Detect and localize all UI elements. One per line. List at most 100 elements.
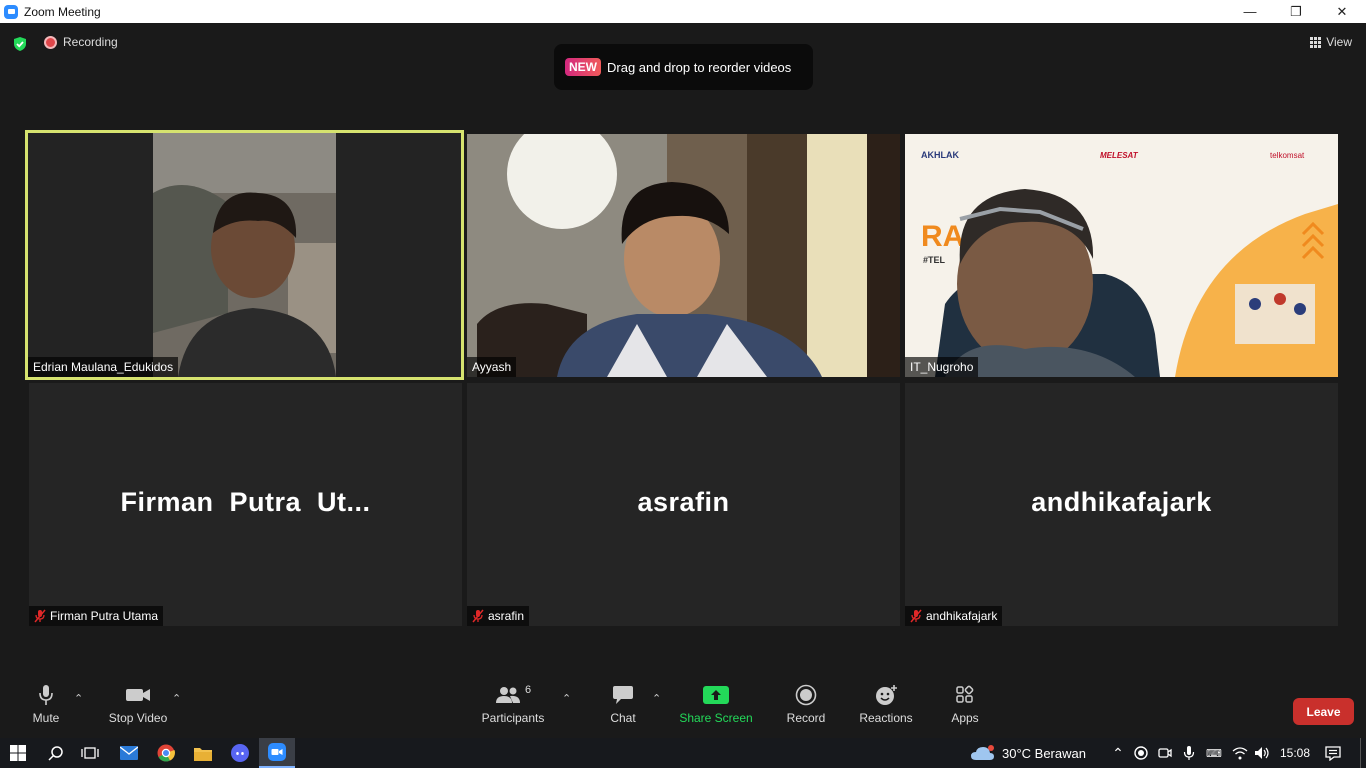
chat-caret-icon[interactable]: ⌃ [652,692,661,705]
clock[interactable]: 15:08 [1280,738,1310,768]
apps-icon [956,685,974,703]
speaker-icon [1255,747,1269,759]
microphone-tray-icon [1183,746,1195,760]
recording-indicator[interactable]: Recording [44,35,118,49]
grid-view-icon [1310,36,1322,48]
taskbar-chrome-app[interactable] [148,738,184,768]
brand-akhlak: AKHLAK [921,150,959,160]
reorder-tip-banner[interactable]: NEW Drag and drop to reorder videos [554,44,813,90]
participant-display-name: Firman Putra Ut... [120,487,371,517]
audio-options-caret-icon[interactable]: ⌃ [74,692,83,705]
video-tile-it-nugroho[interactable]: AKHLAK MELESAT telkomsat RA #TEL IT_Nugr… [905,134,1338,377]
participants-icon [495,687,520,703]
start-button[interactable] [0,738,36,768]
participants-label: Participants [481,711,545,725]
participants-count: 6 [524,684,532,696]
task-view-icon [81,747,99,759]
taskbar-mail-app[interactable] [111,738,147,768]
notification-icon [1325,745,1341,761]
meeting-area: Recording View NEW Drag and drop to reor… [0,23,1366,738]
discord-icon [231,744,249,762]
taskbar-explorer-app[interactable] [185,738,221,768]
taskbar-zoom-app[interactable] [259,738,295,768]
share-screen-icon [703,686,729,704]
zoom-window: Zoom Meeting — ❐ ✕ Recording View NEW Dr… [0,0,1366,768]
banner-partial-text: RA [921,220,964,253]
participant-name-tag: Edrian Maulana_Edukidos [28,357,179,377]
participant-name: Ayyash [472,360,512,374]
show-desktop-button[interactable] [1360,738,1366,768]
video-tile-ayyash[interactable]: Ayyash [467,134,900,377]
video-tile-asrafin[interactable]: asrafin asrafin [467,383,900,626]
close-button[interactable]: ✕ [1319,0,1365,23]
share-screen-label: Share Screen [679,711,753,725]
share-screen-button[interactable]: Share Screen [679,680,753,725]
reactions-label: Reactions [859,711,913,725]
weather-widget[interactable] [968,738,998,768]
stop-video-label: Stop Video [108,711,168,725]
meeting-toolbar: Mute ⌃ Stop Video ⌃ 6 Participants ⌃ Cha… [0,680,1366,738]
cloud-weather-icon [971,745,994,760]
restore-button[interactable]: ❐ [1273,0,1319,23]
new-badge: NEW [565,58,601,76]
recording-label: Recording [63,35,118,49]
zoom-app-icon [4,4,18,19]
tray-volume-icon[interactable] [1252,738,1272,768]
participant-name-tag: asrafin [467,606,530,626]
tray-camera-icon[interactable] [1156,738,1174,768]
windows-taskbar: 30°C Berawan ⌃ ⌨ 15:08 [0,738,1366,768]
participant-name: Firman Putra Utama [50,609,159,623]
banner-hashtag-text: #TEL [923,255,946,265]
keyboard-layout-icon: ⌨ [1206,747,1222,760]
participant-video: AKHLAK MELESAT telkomsat RA #TEL [905,134,1338,377]
tray-record-icon[interactable] [1132,738,1150,768]
view-label: View [1326,35,1352,49]
microphone-icon [39,685,53,705]
reactions-smiley-icon [876,685,897,705]
muted-mic-icon [472,609,484,623]
video-options-caret-icon[interactable]: ⌃ [172,692,181,705]
chevron-up-icon: ⌃ [1112,744,1124,761]
stop-video-button[interactable]: Stop Video [106,680,170,725]
participant-name: andhikafajark [926,609,998,623]
weather-text[interactable]: 30°C Berawan [1002,738,1086,768]
video-tile-edrian[interactable]: Edrian Maulana_Edukidos [25,130,464,380]
record-label: Record [786,711,826,725]
muted-mic-icon [34,609,46,623]
muted-mic-icon [910,609,922,623]
minimize-button[interactable]: — [1227,0,1273,23]
taskbar-search-button[interactable] [38,738,74,768]
action-center-button[interactable] [1322,738,1344,768]
view-button[interactable]: View [1310,35,1352,49]
tray-input-method-icon[interactable]: ⌨ [1204,738,1224,768]
participant-name: asrafin [488,609,525,623]
video-tile-andhikafajark[interactable]: andhikafajark andhikafajark [905,383,1338,626]
encryption-shield-icon[interactable] [12,36,28,52]
taskbar-discord-app[interactable] [222,738,258,768]
tray-microphone-icon[interactable] [1180,738,1198,768]
task-view-button[interactable] [72,738,108,768]
participants-button[interactable]: 6 Participants [481,680,545,725]
video-tile-firman[interactable]: Firman Putra Ut... Firman Putra Utama [29,383,462,626]
folder-icon [194,747,212,761]
camera-tray-icon [1158,748,1172,758]
participant-name-tag: Firman Putra Utama [29,606,164,626]
recording-dot-icon [44,35,57,49]
search-icon [48,746,63,761]
participants-caret-icon[interactable]: ⌃ [562,692,571,705]
participant-name-tag: andhikafajark [905,606,1003,626]
participant-name-tag: Ayyash [467,357,517,377]
record-button[interactable]: Record [786,680,826,725]
tray-wifi-icon[interactable] [1230,738,1250,768]
title-bar: Zoom Meeting — ❐ ✕ [0,0,1366,23]
show-hidden-icons-button[interactable]: ⌃ [1109,738,1127,768]
reactions-button[interactable]: Reactions [859,680,913,725]
leave-button[interactable]: Leave [1293,698,1354,725]
chat-bubble-icon [613,686,633,704]
participant-video [467,134,900,377]
record-icon [795,684,817,706]
apps-button[interactable]: Apps [950,680,980,725]
participant-video [28,133,461,377]
mute-button[interactable]: Mute [30,680,62,725]
chat-button[interactable]: Chat [608,680,638,725]
